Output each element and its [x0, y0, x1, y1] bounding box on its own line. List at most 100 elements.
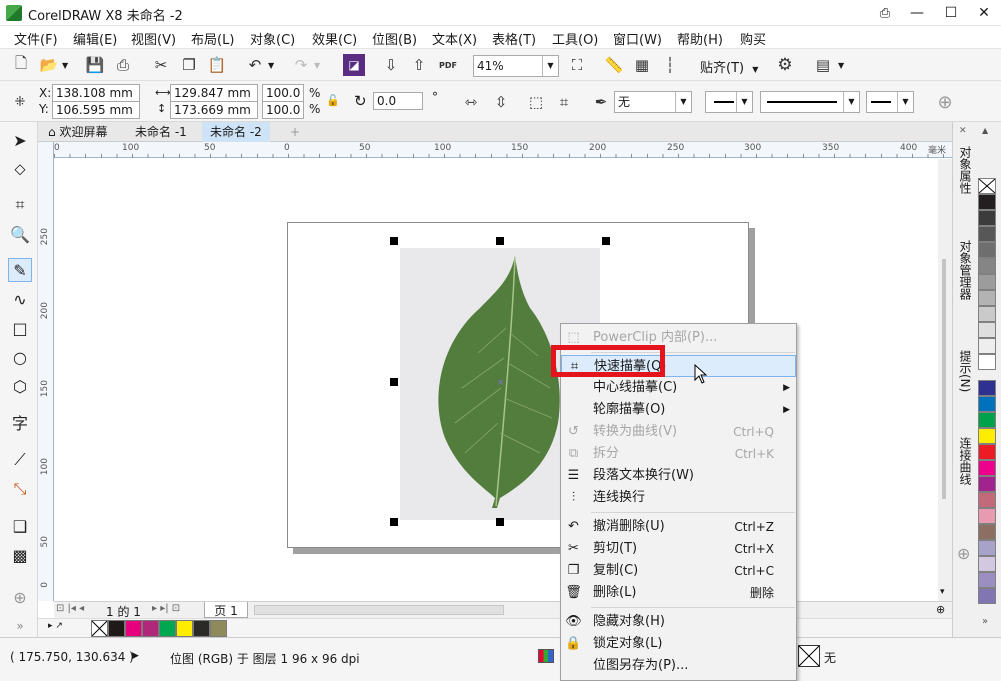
menu-file[interactable]: 文件(F): [14, 29, 58, 48]
swatch-yellow[interactable]: [176, 620, 193, 637]
swatch-magenta[interactable]: [978, 460, 996, 476]
crop-tool-icon[interactable]: ⌗: [8, 193, 32, 217]
vertical-ruler[interactable]: 250 200 150 100 50 0: [38, 142, 54, 601]
page-next-icon[interactable]: ▸ ▸| ⊡: [152, 603, 180, 614]
swatch-white[interactable]: [978, 354, 996, 370]
swatch-red[interactable]: [978, 444, 996, 460]
width-field[interactable]: 129.847 mm: [170, 84, 258, 102]
menu-item-delete[interactable]: 🗑 删除(L) 删除: [561, 582, 796, 604]
zoom-level-field[interactable]: 41% ▼: [473, 55, 559, 77]
outline-width-field[interactable]: 无 ▼: [614, 91, 692, 113]
swatch-navy[interactable]: [978, 380, 996, 396]
menu-item-convert-to-curves[interactable]: ↺ 转换为曲线(V) Ctrl+Q: [561, 421, 796, 443]
x-position-field[interactable]: 138.108 mm: [52, 84, 140, 102]
docker-tab-object-properties[interactable]: 对象属性: [957, 146, 974, 194]
docker-tab-object-manager[interactable]: 对象管理器: [957, 240, 974, 300]
swatch-gray-10[interactable]: [978, 338, 996, 354]
selection-handle[interactable]: [390, 237, 398, 245]
export-icon[interactable]: ⇧: [408, 54, 430, 76]
add-tool-icon[interactable]: ⊕: [8, 585, 32, 609]
swatch-lilac[interactable]: [978, 556, 996, 572]
selection-handle[interactable]: [390, 518, 398, 526]
selection-handle[interactable]: [496, 518, 504, 526]
scale-y-field[interactable]: 100.0: [262, 101, 304, 119]
swatch-purple-mid[interactable]: [978, 588, 996, 604]
screen-icon[interactable]: ⎙: [868, 0, 902, 26]
options-gear-icon[interactable]: ⚙: [774, 54, 796, 76]
menu-window[interactable]: 窗口(W): [613, 29, 662, 48]
menu-edit[interactable]: 编辑(E): [73, 29, 117, 48]
swatch-none-icon[interactable]: [91, 620, 108, 637]
corel-connect-icon[interactable]: ◪: [343, 54, 365, 76]
new-document-icon[interactable]: 🗋: [10, 54, 32, 76]
swatch-gray-20[interactable]: [978, 322, 996, 338]
swatch-green[interactable]: [159, 620, 176, 637]
swatch-yellow[interactable]: [978, 428, 996, 444]
menu-item-cut[interactable]: ✂ 剪切(T) Ctrl+X: [561, 538, 796, 560]
swatch-lavender[interactable]: [978, 540, 996, 556]
swatch-gray-90[interactable]: [978, 210, 996, 226]
print-icon[interactable]: ⎙: [112, 54, 134, 76]
drop-shadow-icon[interactable]: ❑: [8, 514, 32, 538]
start-arrowhead-selector[interactable]: ▼: [705, 91, 753, 113]
minimize-icon[interactable]: —: [900, 0, 934, 26]
artistic-media-icon[interactable]: ∿: [8, 287, 32, 311]
menu-item-copy[interactable]: ❐ 复制(C) Ctrl+C: [561, 560, 796, 582]
docker-tab-hints[interactable]: 提示(N): [957, 350, 974, 392]
swatch-pink[interactable]: [978, 508, 996, 524]
shape-tool-icon[interactable]: ⬦: [8, 157, 32, 181]
pen-outline-icon[interactable]: ✒: [590, 91, 612, 113]
show-grid-icon[interactable]: ▦: [631, 54, 653, 76]
undo-dropdown-icon[interactable]: ▼: [268, 61, 274, 70]
cut-toolbar-icon[interactable]: ✂: [150, 54, 172, 76]
start-arrow-dropdown-icon[interactable]: ▼: [736, 92, 752, 112]
menu-text[interactable]: 文本(X): [432, 29, 477, 48]
edit-bitmap-icon[interactable]: ⬚: [525, 91, 547, 113]
show-guidelines-icon[interactable]: ┆: [659, 54, 681, 76]
menu-item-hide-object[interactable]: 👁 隐藏对象(H): [561, 611, 796, 633]
menu-help[interactable]: 帮助(H): [677, 29, 723, 48]
docker-close-icon[interactable]: ✕: [959, 126, 967, 136]
palette-expand-icon[interactable]: »: [982, 616, 988, 627]
swatch-green[interactable]: [978, 412, 996, 428]
menu-item-undo-delete[interactable]: ↶ 撤消删除(U) Ctrl+Z: [561, 516, 796, 538]
trace-bitmap-icon[interactable]: ⌗: [553, 91, 575, 113]
open-dropdown-icon[interactable]: ▼: [62, 61, 68, 70]
tab-welcome[interactable]: ⌂ 欢迎屏幕: [40, 122, 115, 142]
menu-layout[interactable]: 布局(L): [191, 29, 234, 48]
lock-ratio-icon[interactable]: 🔓: [326, 94, 340, 107]
swatch-black[interactable]: [978, 194, 996, 210]
swatch-gray-60[interactable]: [978, 258, 996, 274]
toolbox-expand-icon[interactable]: »: [8, 614, 32, 638]
height-field[interactable]: 173.669 mm: [170, 101, 258, 119]
freehand-tool-icon[interactable]: ✎: [8, 258, 32, 282]
tab-doc1[interactable]: 未命名 -1: [127, 122, 195, 142]
rectangle-tool-icon[interactable]: □: [8, 316, 32, 340]
menu-item-wrap-line[interactable]: ⫶ 连线换行: [561, 487, 796, 509]
transparency-icon[interactable]: ▩: [8, 543, 32, 567]
page-tab-1[interactable]: 页 1: [204, 602, 248, 618]
pick-tool-icon[interactable]: ➤: [8, 128, 32, 152]
swatch-olive[interactable]: [210, 620, 227, 637]
tab-doc2[interactable]: 未命名 -2: [202, 122, 270, 142]
line-style-dropdown-icon[interactable]: ▼: [843, 92, 859, 112]
add-property-icon[interactable]: ⊕: [934, 91, 956, 113]
save-icon[interactable]: 💾: [84, 54, 106, 76]
text-tool-icon[interactable]: 字: [8, 410, 32, 434]
copy-toolbar-icon[interactable]: ❐: [178, 54, 200, 76]
object-origin-icon[interactable]: ⁜: [9, 91, 31, 113]
ellipse-tool-icon[interactable]: ○: [8, 345, 32, 369]
scroll-down-icon[interactable]: ▾: [940, 587, 945, 597]
swatch-dark-gray[interactable]: [193, 620, 210, 637]
swatch-brown[interactable]: [978, 524, 996, 540]
import-icon[interactable]: ⇩: [380, 54, 402, 76]
fill-none-icon[interactable]: [798, 645, 820, 667]
menu-item-outline-trace[interactable]: 轮廓描摹(O) ▶: [561, 399, 796, 421]
rotation-field[interactable]: 0.0: [373, 92, 423, 110]
full-screen-preview-icon[interactable]: ⛶: [566, 54, 588, 76]
swatch-rose[interactable]: [978, 492, 996, 508]
swatch-gray-50[interactable]: [978, 274, 996, 290]
page-first-icon[interactable]: ⊡ |◂ ◂: [56, 603, 84, 614]
swatch-gray-80[interactable]: [978, 226, 996, 242]
horizontal-ruler[interactable]: 0 100 50 0 50 100 150 200 250 300 350 40…: [54, 142, 952, 158]
